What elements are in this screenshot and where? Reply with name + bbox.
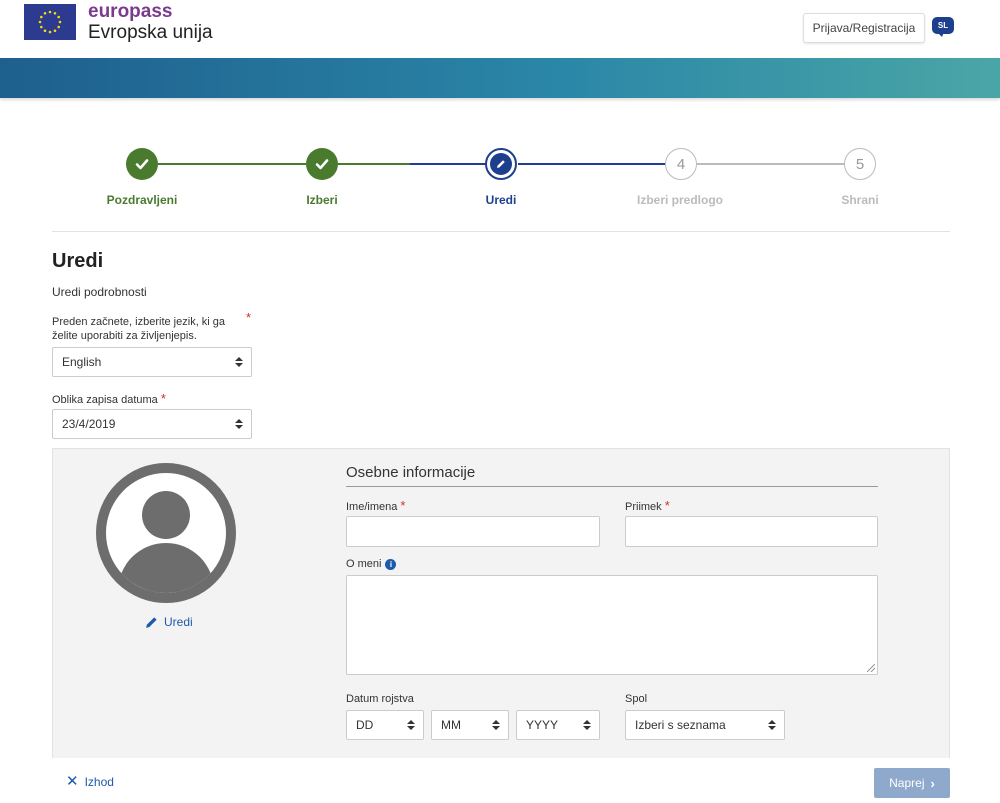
step-5-number: 5 — [844, 148, 876, 180]
header-banner — [0, 58, 1000, 98]
pencil-icon — [146, 616, 157, 628]
birth-year-select[interactable]: YYYY — [516, 710, 600, 740]
personal-info-title: Osebne informacije — [346, 464, 476, 481]
info-icon[interactable]: i — [385, 558, 397, 570]
sort-arrows-icon — [492, 720, 500, 730]
section-divider — [52, 231, 950, 232]
section-underline — [346, 486, 878, 487]
gender-value: Izberi s seznama — [635, 718, 726, 732]
edit-photo-label: Uredi — [164, 615, 193, 629]
step-label-save: Shrani — [841, 193, 879, 207]
about-me-textarea[interactable] — [346, 575, 878, 675]
avatar-head — [142, 491, 190, 539]
step-3-pencil-icon — [485, 148, 517, 180]
edit-photo-link[interactable]: Uredi — [145, 615, 193, 629]
step-label-welcome: Pozdravljeni — [106, 193, 178, 207]
step-label-choose: Izberi — [306, 193, 338, 207]
close-icon: ✕ — [66, 773, 79, 790]
last-name-input[interactable] — [625, 516, 878, 547]
brand-name[interactable]: europass — [88, 2, 172, 22]
sort-arrows-icon — [583, 720, 591, 730]
step-2-check-icon — [306, 148, 338, 180]
site-header: europass Evropska unija Prijava/Registra… — [0, 0, 1000, 58]
step-1-check-icon — [126, 148, 158, 180]
page-title: Uredi — [52, 250, 104, 272]
date-format-label-text: Oblika zapisa datuma — [52, 394, 158, 406]
required-marker: * — [160, 391, 166, 406]
step-connector — [158, 163, 322, 165]
exit-button[interactable]: ✕ Izhod — [66, 773, 114, 790]
exit-label: Izhod — [84, 775, 114, 789]
step-label-template: Izberi predlogo — [636, 193, 723, 207]
first-name-label-text: Ime/imena — [346, 501, 398, 513]
date-format-value: 23/4/2019 — [62, 417, 116, 431]
required-marker: * — [400, 498, 406, 513]
avatar-placeholder-icon[interactable] — [96, 463, 236, 603]
resize-handle-icon[interactable] — [867, 664, 875, 672]
gender-select[interactable]: Izberi s seznama — [625, 710, 785, 740]
birth-date-label: Datum rojstva — [346, 693, 414, 705]
cv-language-value: English — [62, 355, 102, 369]
last-name-label: Priimek * — [625, 498, 670, 513]
step-connector — [410, 163, 490, 165]
sort-arrows-icon — [235, 419, 243, 429]
brand-subtitle: Evropska unija — [88, 22, 213, 43]
gender-label: Spol — [625, 693, 648, 705]
sort-arrows-icon — [407, 720, 415, 730]
avatar-body — [118, 543, 214, 593]
speech-bubble-tail — [937, 32, 944, 37]
cv-language-label: Preden začnete, izberite jezik, ki ga že… — [52, 316, 226, 342]
date-format-label: Oblika zapisa datuma * — [52, 391, 166, 406]
first-name-label: Ime/imena * — [346, 498, 405, 513]
birth-year-value: YYYY — [526, 718, 559, 732]
login-register-button[interactable]: Prijava/Registracija — [803, 13, 925, 43]
birth-day-value: DD — [356, 718, 374, 732]
step-4-number: 4 — [665, 148, 697, 180]
required-marker: * — [246, 310, 252, 325]
footer-bar — [0, 758, 1000, 803]
progress-stepper: Pozdravljeni Izberi Uredi 4 Izberi predl… — [52, 148, 950, 218]
required-marker: * — [664, 498, 670, 513]
birth-month-value: MM — [441, 718, 461, 732]
next-label: Naprej — [889, 776, 925, 790]
date-format-select[interactable]: 23/4/2019 — [52, 409, 252, 439]
language-selector[interactable]: SL — [932, 17, 954, 37]
step-connector — [697, 163, 845, 165]
step-connector — [518, 163, 666, 165]
step-label-edit: Uredi — [485, 193, 517, 207]
eu-flag-logo[interactable] — [24, 4, 76, 40]
about-me-label: O meni i — [346, 558, 397, 570]
birth-day-select[interactable]: DD — [346, 710, 424, 740]
birth-month-select[interactable]: MM — [431, 710, 509, 740]
chevron-right-icon: › — [930, 775, 935, 791]
sort-arrows-icon — [768, 720, 776, 730]
about-me-label-text: O meni — [346, 558, 382, 570]
page-subtitle: Uredi podrobnosti — [52, 285, 147, 299]
cv-language-select[interactable]: English — [52, 347, 252, 377]
sort-arrows-icon — [235, 357, 243, 367]
last-name-label-text: Priimek — [625, 501, 662, 513]
next-button[interactable]: Naprej › — [874, 768, 950, 798]
first-name-input[interactable] — [346, 516, 600, 547]
